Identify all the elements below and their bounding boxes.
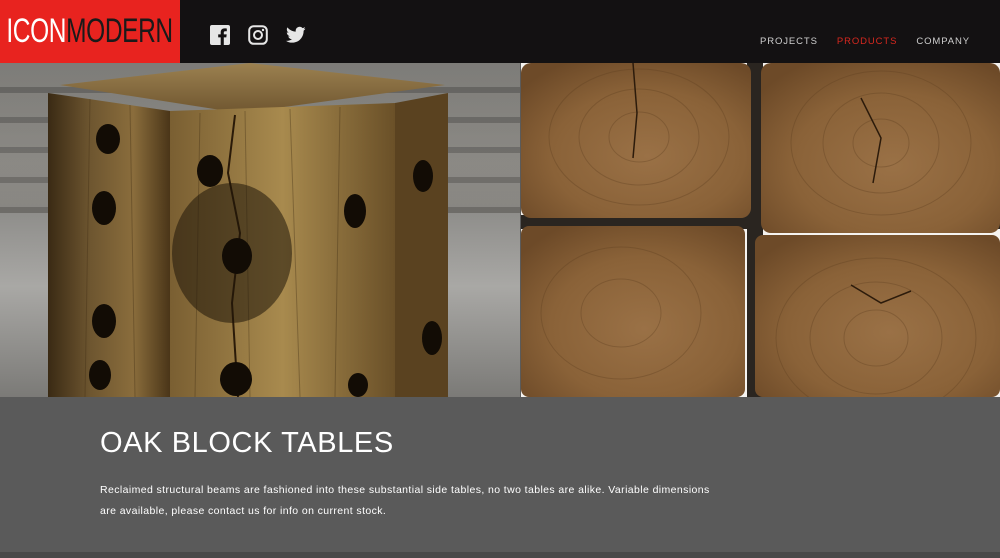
instagram-link[interactable] [248,25,268,45]
main-nav: PROJECTS PRODUCTS COMPANY [760,36,970,47]
social-links [210,25,306,45]
instagram-icon [248,25,268,45]
facebook-link[interactable] [210,25,230,45]
facebook-icon [210,25,230,45]
product-description: Reclaimed structural beams are fashioned… [100,484,710,517]
oak-cross-section-illustration [521,63,1000,397]
site-header: ICONMODERN PROJECTS PRODUCTS COMPANY [0,0,1000,63]
logo: ICONMODERN [6,12,174,50]
logo-link[interactable]: ICONMODERN [0,0,180,63]
nav-products[interactable]: PRODUCTS [837,36,898,47]
hero-gallery [0,63,1000,397]
oak-block-table-photo [0,63,520,397]
nav-projects[interactable]: PROJECTS [760,36,818,47]
oak-block-illustration [48,63,448,397]
product-title: OAK BLOCK TABLES [100,427,394,459]
oak-block-cross-section-photo [521,63,1000,397]
nav-company[interactable]: COMPANY [916,36,970,47]
product-info: OAK BLOCK TABLES Reclaimed structural be… [0,397,1000,552]
footer-edge [0,552,1000,558]
twitter-icon [286,26,306,43]
twitter-link[interactable] [286,25,306,45]
